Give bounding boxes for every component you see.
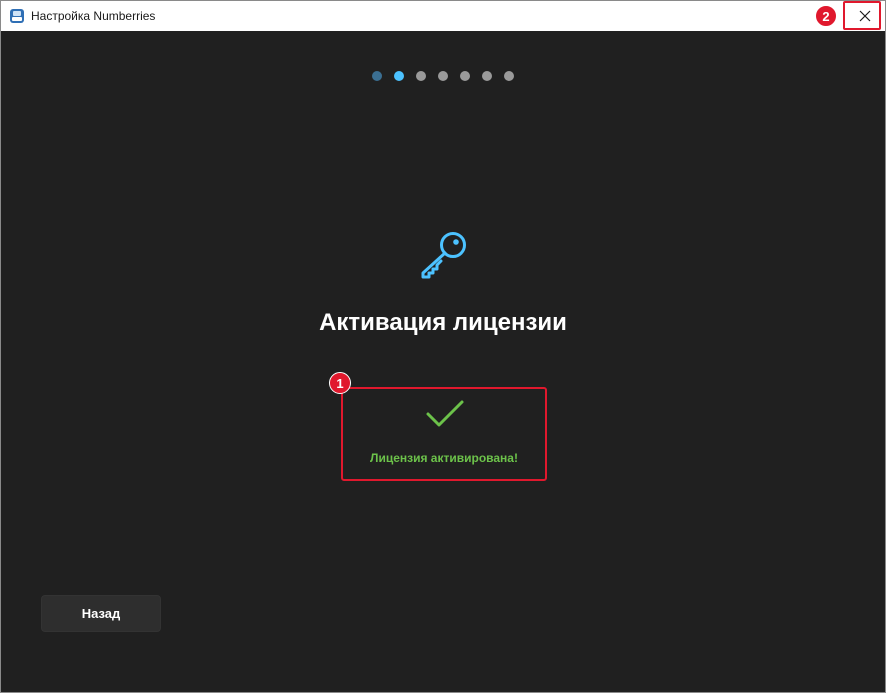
step-dot-3 [416,71,426,81]
page-title: Активация лицензии [319,309,567,336]
installer-app-icon [9,8,25,24]
back-button[interactable]: Назад [41,595,161,632]
step-dot-4 [438,71,448,81]
setup-page: Активация лицензии Лицензия активирована… [1,31,885,692]
key-icon [413,229,473,281]
license-status-text: Лицензия активирована! [370,451,518,465]
step-dot-6 [482,71,492,81]
step-dot-7 [504,71,514,81]
annotation-badge-2: 2 [815,5,837,27]
step-dot-2 [394,71,404,81]
installer-window: Настройка Numberries Активация лицензии … [0,0,886,693]
annotation-badge-1: 1 [329,372,351,394]
license-status-panel: Лицензия активирована! [341,387,547,481]
window-title: Настройка Numberries [31,9,156,23]
title-bar: Настройка Numberries [1,1,885,31]
close-button-highlight [843,1,881,30]
step-indicator [1,71,885,83]
step-dot-1 [372,71,382,81]
step-dot-5 [460,71,470,81]
checkmark-icon [425,399,465,429]
